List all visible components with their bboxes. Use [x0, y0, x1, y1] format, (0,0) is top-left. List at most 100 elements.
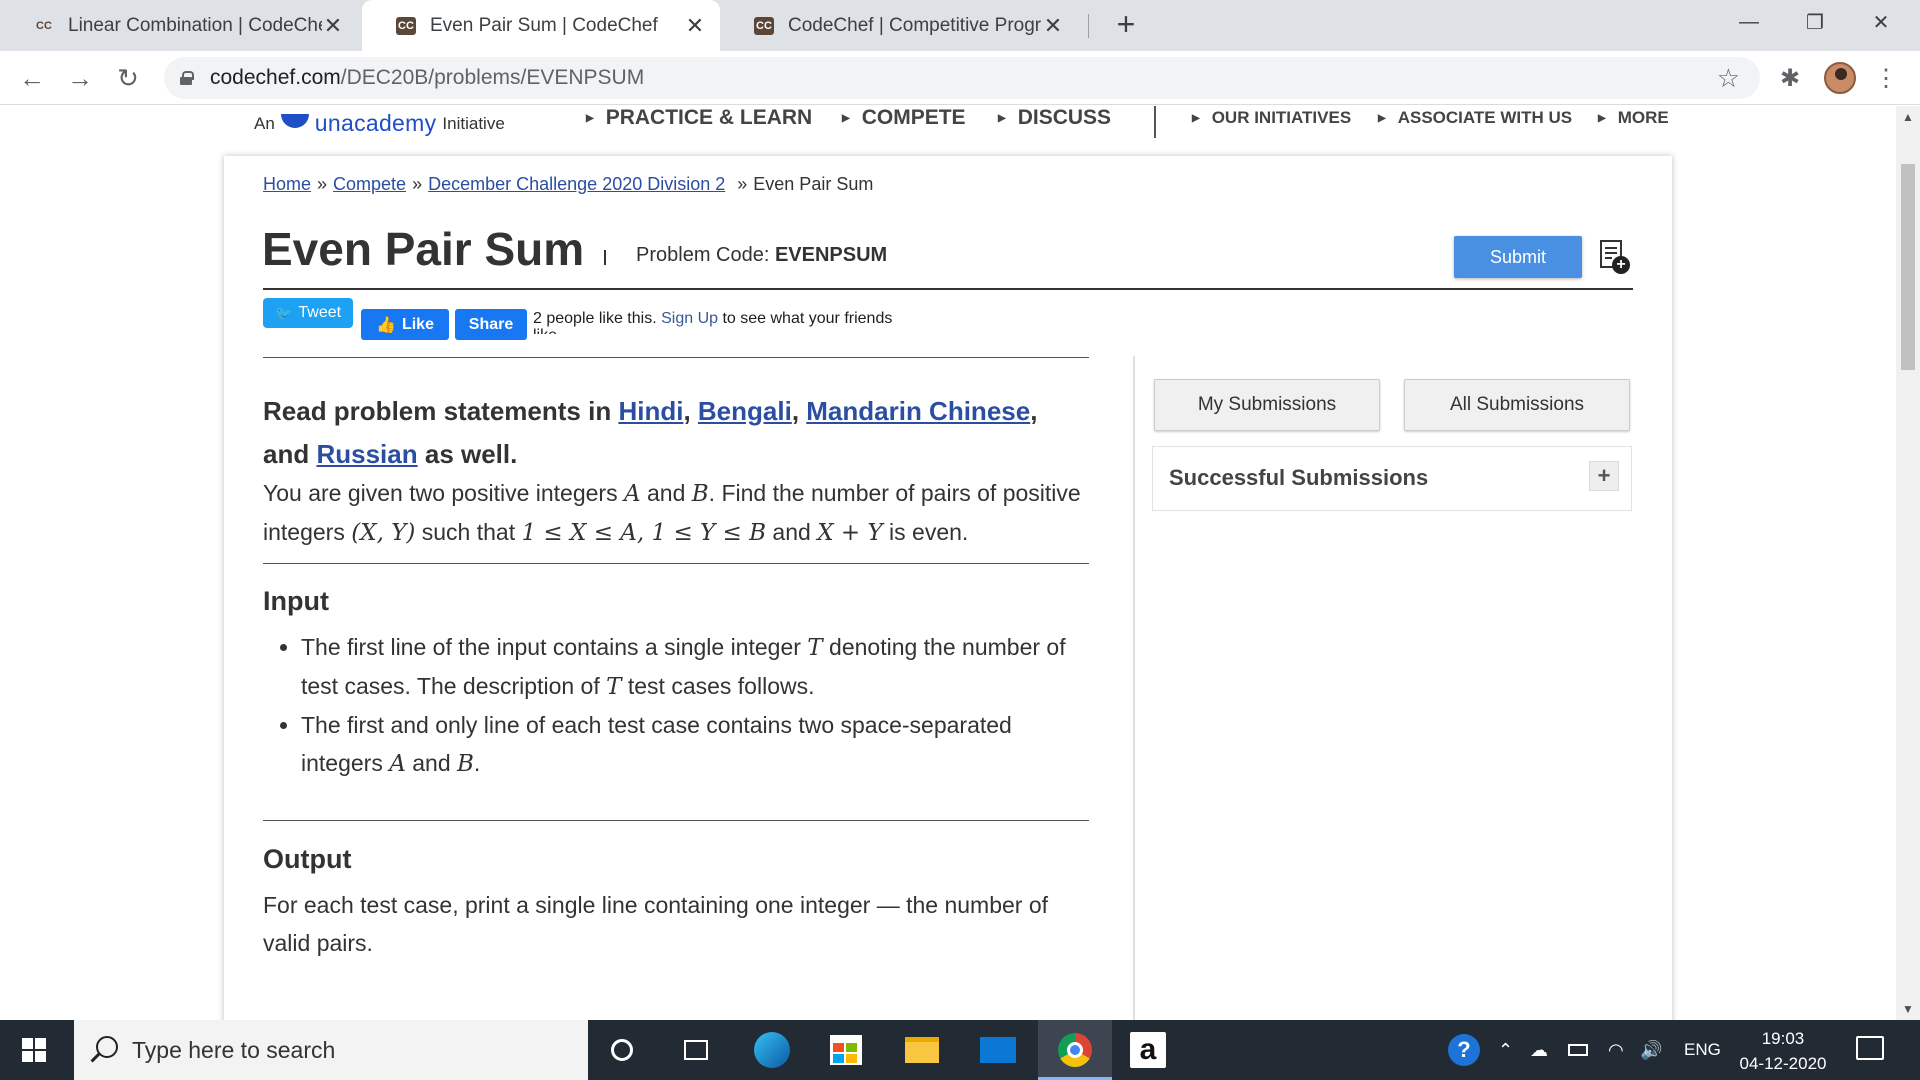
codechef-favicon-icon: CC	[36, 19, 52, 32]
close-tab-icon[interactable]: ✕	[684, 13, 706, 39]
nav-more[interactable]: ▶ MORE	[1598, 108, 1669, 128]
expand-plus-icon[interactable]: +	[1589, 461, 1619, 491]
battery-icon[interactable]	[1568, 1020, 1588, 1080]
site-header: An unacademy Initiative ▶ PRACTICE & LEA…	[0, 106, 1896, 152]
problem-code: Problem Code: EVENPSUM	[636, 244, 888, 266]
tab-even-pair-sum[interactable]: CC Even Pair Sum | CodeChef ✕	[362, 0, 720, 51]
language-indicator[interactable]: ENG	[1684, 1020, 1721, 1080]
facebook-like-text-overflow: like.	[533, 328, 561, 334]
taskbar-clock[interactable]: 19:03 04-12-2020	[1728, 1026, 1838, 1076]
minimize-button[interactable]: —	[1716, 0, 1782, 44]
edge-icon[interactable]	[752, 1030, 792, 1070]
breadcrumb: Home» Compete» December Challenge 2020 Div…	[263, 174, 874, 194]
profile-avatar[interactable]	[1824, 62, 1856, 94]
nav-arrow-icon: ▶	[586, 112, 594, 124]
onedrive-cloud-icon[interactable]: ☁	[1530, 1020, 1548, 1080]
breadcrumb-current: Even Pair Sum	[753, 174, 874, 194]
breadcrumb-compete[interactable]: Compete	[333, 174, 406, 194]
volume-icon[interactable]: 🔊	[1640, 1020, 1662, 1080]
close-tab-icon[interactable]: ✕	[322, 13, 344, 39]
browser-tab-strip: CC Linear Combination | CodeChef ✕ CC Ev…	[0, 0, 1920, 51]
nav-associate-with-us[interactable]: ▶ ASSOCIATE WITH US	[1378, 108, 1572, 128]
facebook-like-button[interactable]: 👍 Like	[361, 309, 449, 340]
lang-hindi-link[interactable]: Hindi	[618, 396, 683, 426]
bookmark-star-icon[interactable]: ☆	[1717, 63, 1740, 94]
scroll-up-arrow-icon[interactable]: ▲	[1896, 110, 1920, 124]
url-text: codechef.com/DEC20B/problems/EVENPSUM	[210, 66, 645, 89]
chrome-menu-icon[interactable]: ⋮	[1870, 63, 1902, 95]
add-to-list-icon[interactable]: +	[1600, 240, 1630, 274]
nav-arrow-icon: ▶	[842, 112, 850, 124]
brand-prefix: An	[254, 113, 275, 133]
output-heading: Output	[263, 844, 352, 874]
tweet-button[interactable]: 🐦 Tweet	[263, 298, 353, 328]
tab-title: Linear Combination | CodeChef	[68, 14, 322, 36]
nav-our-initiatives[interactable]: ▶ OUR INITIATIVES	[1192, 108, 1351, 128]
lang-mandarin-link[interactable]: Mandarin Chinese	[806, 396, 1030, 426]
page-title: Even Pair Sum	[262, 223, 585, 275]
chrome-icon[interactable]	[1055, 1030, 1095, 1070]
page-scrollbar[interactable]: ▲ ▼	[1896, 106, 1920, 1020]
task-view-icon[interactable]	[676, 1030, 716, 1070]
tray-chevron-up-icon[interactable]: ⌃	[1498, 1020, 1513, 1080]
nav-compete[interactable]: ▶ COMPETE	[842, 106, 966, 130]
codechef-favicon-icon: CC	[396, 16, 416, 35]
nav-arrow-icon: ▶	[1192, 112, 1200, 124]
tab-title: Even Pair Sum | CodeChef	[430, 14, 658, 36]
lock-icon	[180, 71, 194, 85]
windows-start-icon[interactable]	[22, 1038, 46, 1062]
successful-submissions-title: Successful Submissions	[1169, 465, 1429, 490]
help-icon[interactable]: ?	[1448, 1020, 1480, 1080]
microsoft-store-icon[interactable]	[826, 1030, 866, 1070]
cortana-icon[interactable]	[602, 1030, 642, 1070]
facebook-like-text: 2 people like this. Sign Up to see what …	[533, 310, 893, 327]
wifi-icon[interactable]: ◠	[1608, 1020, 1624, 1080]
scrollbar-thumb[interactable]	[1901, 164, 1915, 370]
browser-toolbar: ← → ↻ codechef.com/DEC20B/problems/EVENP…	[0, 51, 1920, 105]
taskbar-search-input[interactable]: Type here to search	[74, 1020, 588, 1080]
nav-arrow-icon: ▶	[1598, 112, 1606, 124]
nav-arrow-icon: ▶	[1378, 112, 1386, 124]
tab-linear-combination[interactable]: CC Linear Combination | CodeChef ✕	[0, 0, 358, 51]
mail-icon[interactable]	[978, 1030, 1018, 1070]
scroll-down-arrow-icon[interactable]: ▼	[1896, 1002, 1920, 1016]
search-icon	[96, 1036, 118, 1058]
column-divider	[1133, 356, 1135, 1020]
section-rule	[263, 563, 1089, 564]
tab-codechef-home[interactable]: CC CodeChef | Competitive Programm ✕	[720, 0, 1078, 51]
breadcrumb-home[interactable]: Home	[263, 174, 311, 194]
new-tab-button[interactable]: +	[1106, 6, 1146, 43]
nav-discuss[interactable]: ▶ DISCUSS	[998, 106, 1111, 130]
my-submissions-button[interactable]: My Submissions	[1154, 379, 1380, 431]
facebook-share-button[interactable]: Share	[455, 309, 527, 340]
all-submissions-button[interactable]: All Submissions	[1404, 379, 1630, 431]
address-bar[interactable]: codechef.com/DEC20B/problems/EVENPSUM ☆	[164, 57, 1760, 99]
problem-intro: You are given two positive integers A an…	[263, 480, 1081, 546]
section-rule	[263, 357, 1089, 358]
list-item: The first and only line of each test cas…	[301, 706, 1089, 783]
thumbs-up-icon: 👍	[376, 316, 396, 334]
lang-bengali-link[interactable]: Bengali	[698, 396, 792, 426]
amazon-icon[interactable]: a	[1128, 1030, 1168, 1070]
nav-practice-learn[interactable]: ▶ PRACTICE & LEARN	[586, 106, 812, 130]
codechef-favicon-icon: CC	[754, 16, 774, 35]
close-tab-icon[interactable]: ✕	[1042, 13, 1064, 39]
lang-russian-link[interactable]: Russian	[316, 439, 417, 469]
submit-button[interactable]: Submit	[1454, 236, 1582, 278]
unacademy-brand[interactable]: An unacademy Initiative	[254, 110, 505, 137]
facebook-sign-up-link[interactable]: Sign Up	[661, 310, 718, 327]
reload-icon[interactable]: ↻	[110, 61, 146, 95]
notification-icon[interactable]	[1856, 1036, 1884, 1060]
breadcrumb-contest[interactable]: December Challenge 2020 Division 2	[428, 174, 725, 194]
forward-arrow-icon[interactable]: →	[62, 61, 98, 95]
nav-arrow-icon: ▶	[998, 112, 1006, 124]
list-item: The first line of the input contains a s…	[301, 628, 1089, 706]
close-window-button[interactable]: ✕	[1848, 0, 1914, 44]
extensions-puzzle-icon[interactable]: ✱	[1774, 63, 1806, 95]
restore-button[interactable]: ❐	[1782, 0, 1848, 44]
nav-divider	[1154, 106, 1156, 138]
back-arrow-icon[interactable]: ←	[14, 61, 50, 95]
unacademy-logo-icon	[280, 113, 309, 134]
language-links: Read problem statements in Hindi, Bengal…	[263, 396, 1038, 469]
file-explorer-icon[interactable]	[902, 1030, 942, 1070]
